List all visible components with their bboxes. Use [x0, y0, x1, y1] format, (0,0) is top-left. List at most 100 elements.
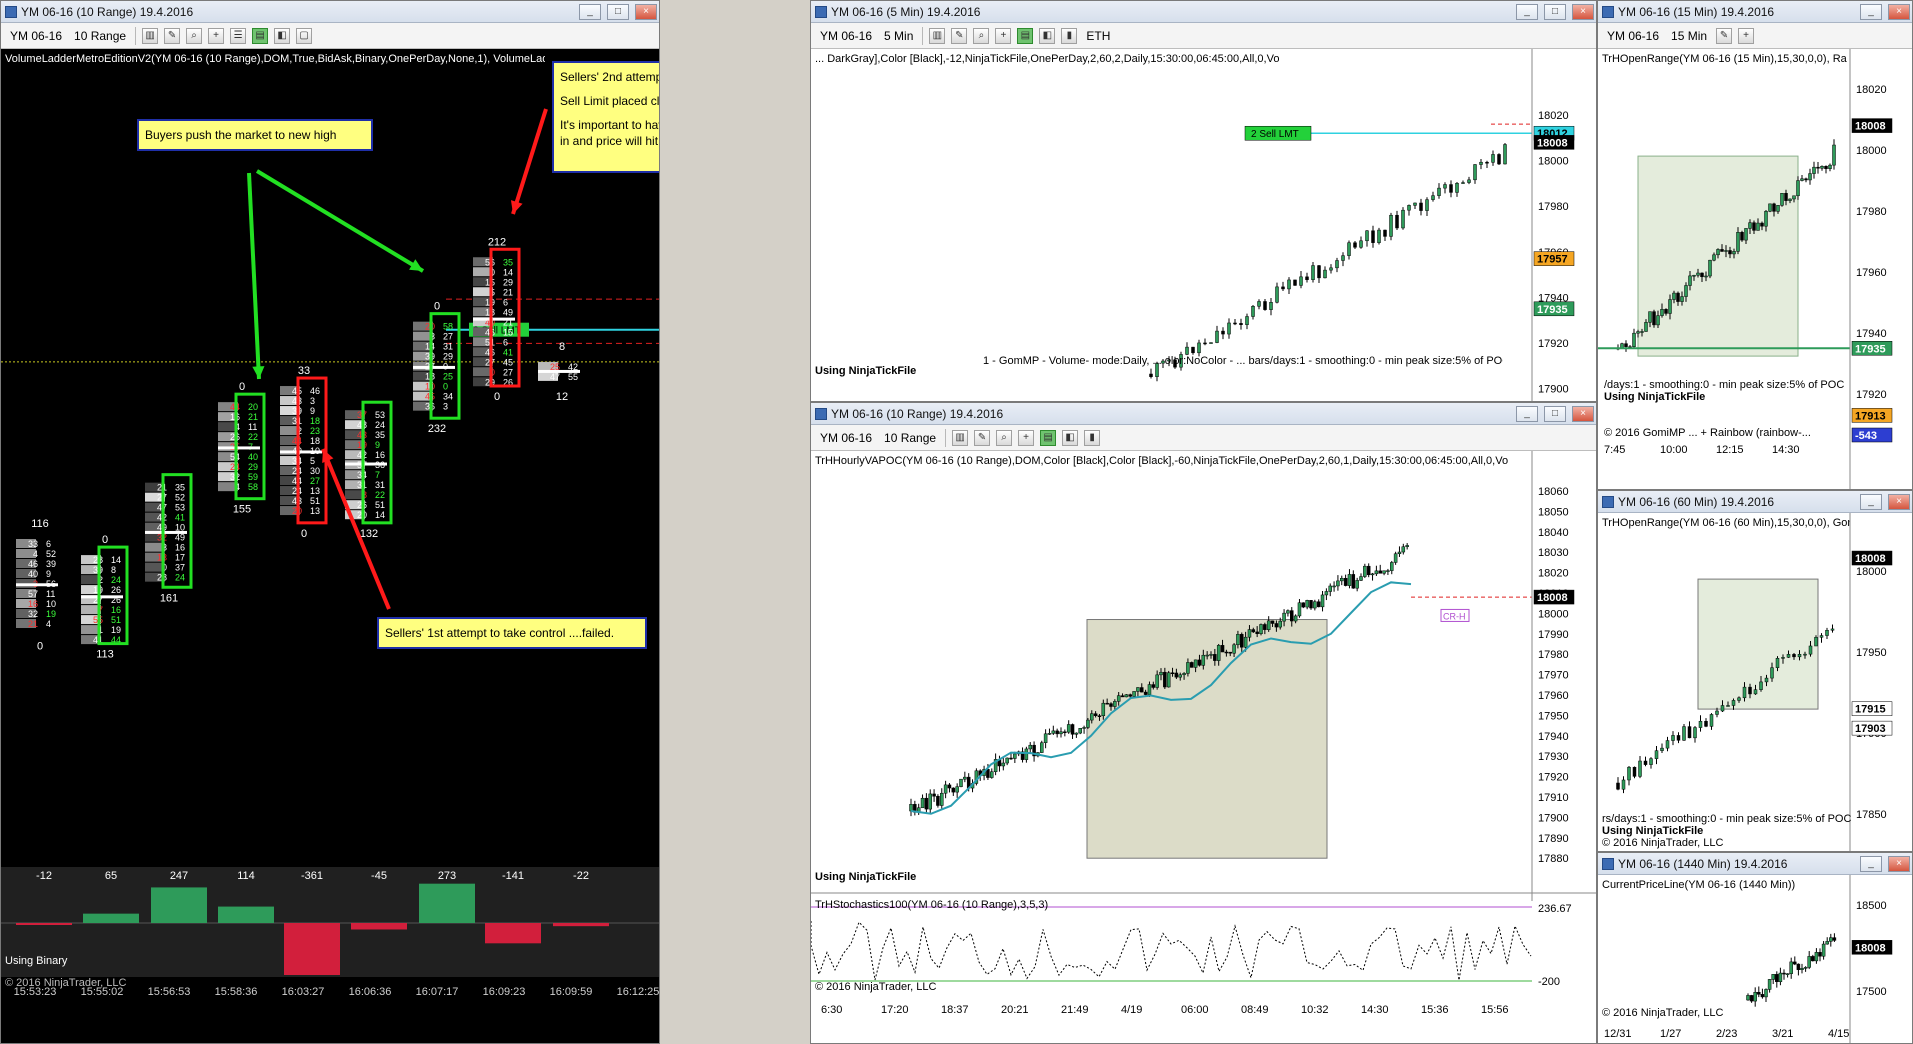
pencil-icon[interactable]: ✎ — [164, 27, 181, 44]
candle-body — [1335, 260, 1339, 269]
crosshair-icon[interactable]: + — [208, 27, 225, 44]
candle-body — [1347, 242, 1351, 256]
time-tick: 10:00 — [1660, 444, 1688, 456]
window-1440min[interactable]: YM 06-16 (1440 Min) 19.4.2016 _ × Curren… — [1597, 852, 1913, 1044]
crosshair-icon[interactable]: + — [1018, 429, 1035, 446]
chart-15min-panel[interactable]: TrHOpenRange(YM 06-16 (15 Min),15,30,0,0… — [1598, 49, 1912, 489]
window-10range[interactable]: YM 06-16 (10 Range) 19.4.2016 _ □ × YM 0… — [810, 402, 1597, 1044]
delta-bar — [16, 923, 72, 925]
crosshair-icon[interactable]: + — [1738, 27, 1755, 44]
data-box-icon[interactable]: ▢ — [296, 27, 313, 44]
zoom-icon[interactable]: ⌕ — [996, 429, 1013, 446]
ask-volume: 35 — [175, 483, 185, 493]
minimize-button[interactable]: _ — [1516, 405, 1538, 422]
period-select[interactable]: 15 Min — [1668, 28, 1710, 44]
pencil-icon[interactable]: ✎ — [951, 27, 968, 44]
candle-body — [1185, 346, 1189, 355]
close-button[interactable]: × — [635, 3, 657, 20]
indicators-icon[interactable]: ▤ — [1017, 27, 1034, 44]
crosshair-icon[interactable]: + — [995, 27, 1012, 44]
candle-body — [1336, 580, 1340, 587]
zoom-icon[interactable]: ⌕ — [973, 27, 990, 44]
instrument-select[interactable]: YM 06-16 — [1604, 28, 1662, 44]
indicators-icon[interactable]: ▤ — [252, 27, 269, 44]
ask-volume: 29 — [503, 277, 513, 287]
bar-total-top: 0 — [102, 534, 108, 546]
price-tick: 17930 — [1538, 751, 1569, 763]
maximize-button[interactable]: □ — [607, 3, 629, 20]
minimize-button[interactable]: _ — [1860, 3, 1882, 20]
price-tag-text: -543 — [1855, 430, 1877, 442]
ask-volume: 59 — [248, 472, 258, 482]
pencil-icon[interactable]: ✎ — [1716, 27, 1733, 44]
titlebar[interactable]: YM 06-16 (5 Min) 19.4.2016 _ □ × — [811, 1, 1596, 23]
bar-chart-icon[interactable]: ▮ — [1084, 429, 1101, 446]
bar-chart-icon[interactable]: ▮ — [1061, 27, 1078, 44]
green-arrow — [255, 169, 425, 273]
time-tick: 20:21 — [1001, 1004, 1029, 1016]
close-button[interactable]: × — [1888, 3, 1910, 20]
chart-10range-panel[interactable]: TrHHourlyVAPOC(YM 06-16 (10 Range),DOM,C… — [811, 451, 1596, 1043]
minimize-button[interactable]: _ — [1860, 493, 1882, 510]
close-button[interactable]: × — [1572, 405, 1594, 422]
minimize-button[interactable]: _ — [1860, 855, 1882, 872]
poc-marker — [473, 317, 515, 321]
bar-type-icon[interactable]: ▥ — [142, 27, 159, 44]
properties-icon[interactable]: ☰ — [230, 27, 247, 44]
candle-body — [1797, 654, 1802, 658]
candle-body — [909, 804, 913, 812]
zoom-icon[interactable]: ⌕ — [186, 27, 203, 44]
ask-volume: 53 — [375, 410, 385, 420]
chart-5min-panel[interactable]: ... DarkGray],Color [Black],-12,NinjaTic… — [811, 49, 1596, 401]
period-select[interactable]: 10 Range — [881, 430, 939, 446]
chart-60min-panel[interactable]: TrHOpenRange(YM 06-16 (60 Min),15,30,0,0… — [1598, 513, 1912, 851]
indicators-icon[interactable]: ▤ — [1040, 429, 1057, 446]
close-button[interactable]: × — [1888, 493, 1910, 510]
bar-type-icon[interactable]: ▥ — [929, 27, 946, 44]
app-icon — [5, 5, 17, 18]
ladder-chart-panel[interactable]: VolumeLadderMetroEditionV2(YM 06-16 (10 … — [1, 49, 659, 1043]
close-button[interactable]: × — [1572, 3, 1594, 20]
strategies-icon[interactable]: ◧ — [1039, 27, 1056, 44]
window-60min[interactable]: YM 06-16 (60 Min) 19.4.2016 _ × TrHOpenR… — [1597, 490, 1913, 852]
strategies-icon[interactable]: ◧ — [274, 27, 291, 44]
candle-body — [1382, 570, 1386, 574]
maximize-button[interactable]: □ — [1544, 405, 1566, 422]
titlebar[interactable]: YM 06-16 (15 Min) 19.4.2016 _ × — [1598, 1, 1912, 23]
candle-body — [1796, 963, 1801, 970]
instrument-select[interactable]: YM 06-16 — [817, 28, 875, 44]
chart-1440min-panel[interactable]: CurrentPriceLine(YM 06-16 (1440 Min)) 18… — [1598, 875, 1912, 1043]
eth-session[interactable]: ETH — [1083, 28, 1113, 44]
pencil-icon[interactable]: ✎ — [974, 429, 991, 446]
instrument-select[interactable]: YM 06-16 — [817, 430, 875, 446]
candle-body — [1676, 735, 1681, 741]
titlebar[interactable]: YM 06-16 (10 Range) 19.4.2016 _ □ × — [811, 403, 1596, 425]
candle-body — [1113, 701, 1117, 707]
titlebar[interactable]: YM 06-16 (60 Min) 19.4.2016 _ × — [1598, 491, 1912, 513]
period-select[interactable]: 5 Min — [881, 28, 916, 44]
maximize-button[interactable]: □ — [1544, 3, 1566, 20]
bid-volume: 32 — [28, 609, 38, 619]
candle-body — [1796, 180, 1800, 197]
instrument-select[interactable]: YM 06-16 — [7, 28, 65, 44]
candle-body — [1744, 228, 1748, 241]
window-15min[interactable]: YM 06-16 (15 Min) 19.4.2016 _ × YM 06-16… — [1597, 0, 1913, 490]
bar-type-icon[interactable]: ▥ — [952, 429, 969, 446]
candle-body — [1811, 956, 1815, 962]
minimize-button[interactable]: _ — [579, 3, 601, 20]
strategies-icon[interactable]: ◧ — [1062, 429, 1079, 446]
price-tick: 18020 — [1538, 568, 1569, 580]
stoch-value: 236.67 — [1538, 903, 1572, 915]
price-tick: 18030 — [1538, 547, 1569, 559]
window-5min[interactable]: YM 06-16 (5 Min) 19.4.2016 _ □ × YM 06-1… — [810, 0, 1597, 402]
period-select[interactable]: 10 Range — [71, 28, 129, 44]
close-button[interactable]: × — [1888, 855, 1910, 872]
window-volume-ladder[interactable]: YM 06-16 (10 Range) 19.4.2016 _ □ × YM 0… — [0, 0, 660, 1044]
titlebar[interactable]: YM 06-16 (10 Range) 19.4.2016 _ □ × — [1, 1, 659, 23]
ask-volume: 13 — [310, 506, 320, 516]
candle-body — [1266, 620, 1271, 630]
candle-body — [1709, 714, 1714, 727]
titlebar[interactable]: YM 06-16 (1440 Min) 19.4.2016 _ × — [1598, 853, 1912, 875]
minimize-button[interactable]: _ — [1516, 3, 1538, 20]
time-tick: 2/23 — [1716, 1028, 1737, 1040]
